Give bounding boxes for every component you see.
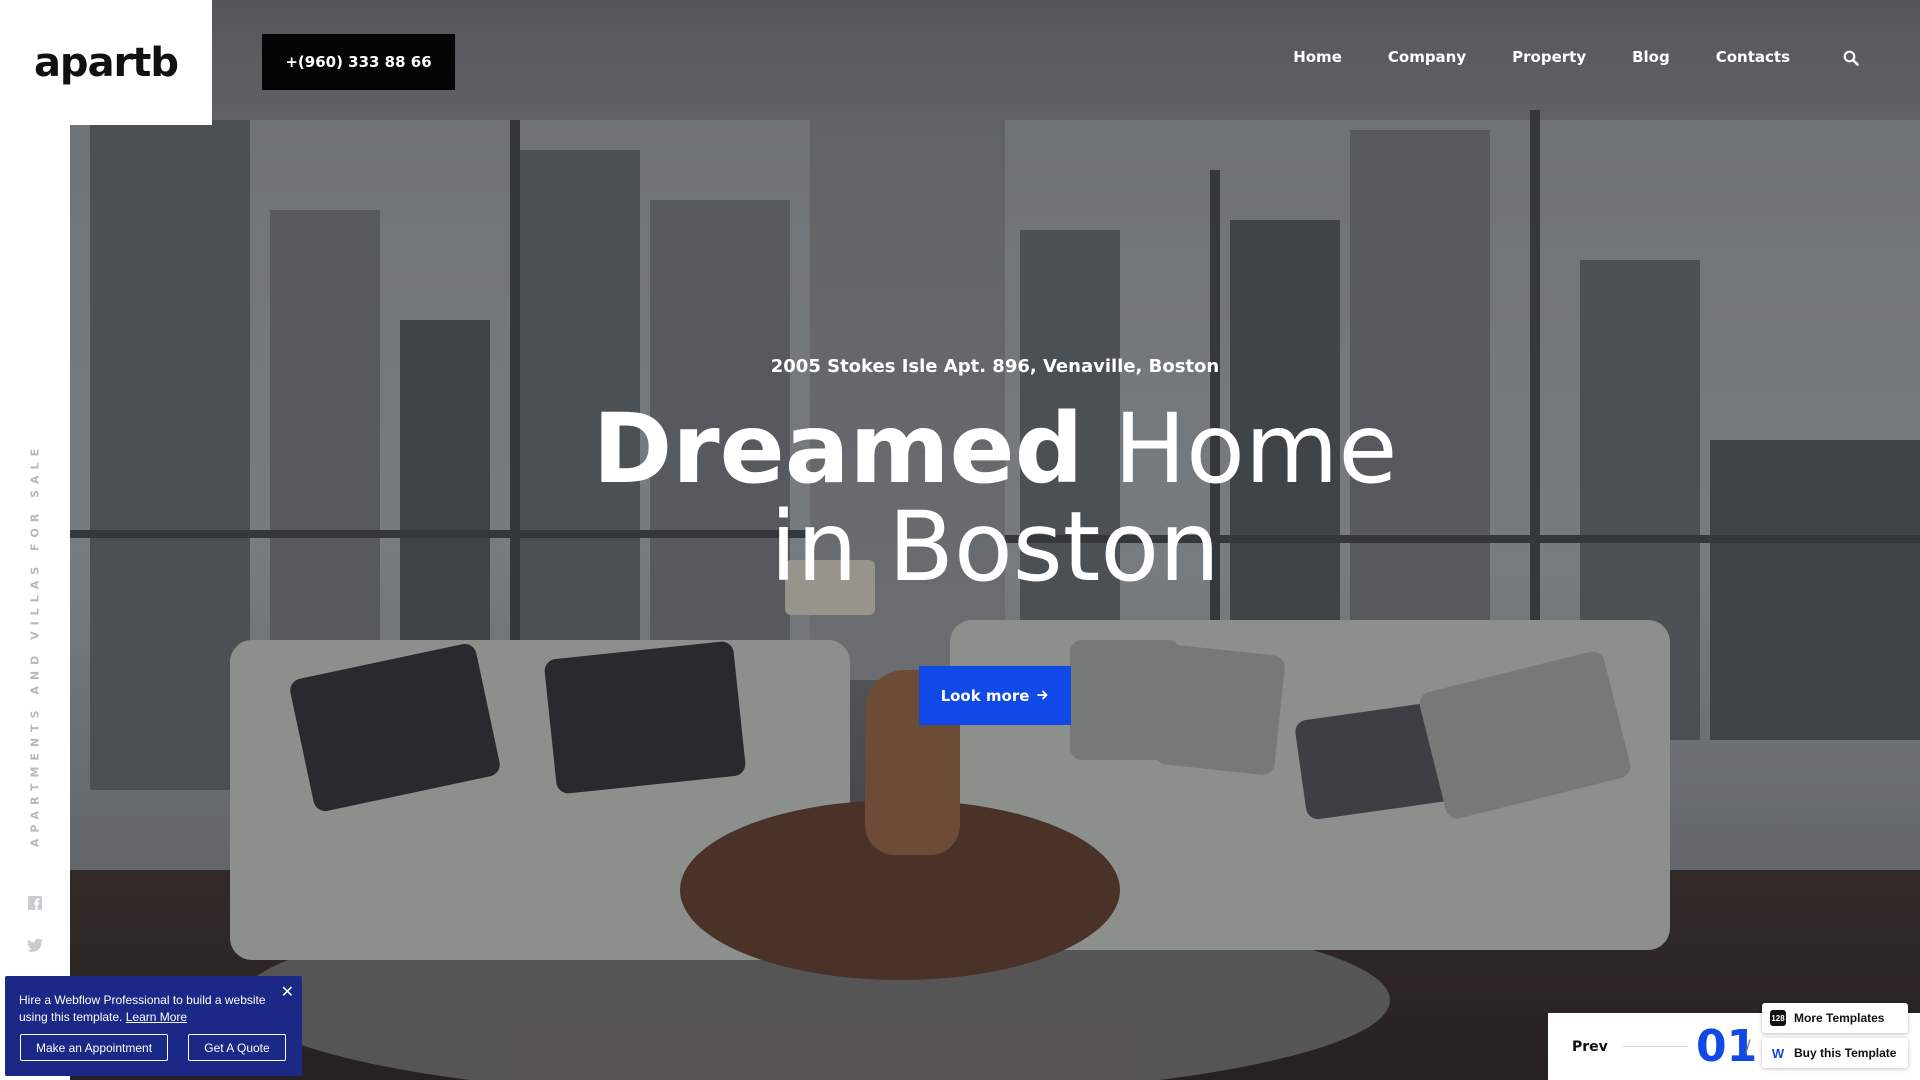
hero-content: 2005 Stokes Isle Apt. 896, Venaville, Bo… — [0, 0, 1920, 1080]
make-appointment-button[interactable]: Make an Appointment — [20, 1034, 168, 1061]
hire-text: Hire a Webflow Professional to build a w… — [19, 992, 288, 1026]
learn-more-link[interactable]: Learn More — [126, 1010, 187, 1024]
prev-button[interactable]: Prev — [1572, 1039, 1608, 1055]
webflow-icon: W — [1770, 1045, 1786, 1061]
close-icon[interactable]: ✕ — [281, 982, 294, 1002]
main-nav: Home Company Property Blog Contacts — [1293, 48, 1790, 66]
left-rail: APARTMENTS AND VILLAS FOR SALE — [0, 125, 70, 1080]
logo[interactable]: apartb — [34, 40, 179, 86]
look-more-button[interactable]: Look more — [919, 666, 1071, 725]
hero-headline: Dreamed Home in Boston — [0, 400, 1920, 596]
slider-divider — [1623, 1046, 1688, 1047]
nav-blog[interactable]: Blog — [1632, 48, 1670, 66]
headline-bold: Dreamed — [592, 393, 1084, 505]
buy-template-label: Buy this Template — [1794, 1046, 1897, 1060]
more-templates-badge[interactable]: 128 More Templates — [1762, 1003, 1908, 1033]
headline-line2: in Boston — [770, 491, 1220, 603]
vertical-tagline: APARTMENTS AND VILLAS FOR SALE — [28, 442, 42, 848]
nav-company[interactable]: Company — [1388, 48, 1466, 66]
hire-webflow-banner: ✕ Hire a Webflow Professional to build a… — [5, 976, 302, 1076]
more-templates-label: More Templates — [1794, 1011, 1885, 1025]
facebook-icon[interactable] — [26, 895, 44, 913]
logo-box[interactable]: apartb — [0, 0, 212, 125]
cta-label: Look more — [940, 686, 1030, 705]
hero-address: 2005 Stokes Isle Apt. 896, Venaville, Bo… — [770, 356, 1220, 377]
nav-home[interactable]: Home — [1293, 48, 1342, 66]
nav-property[interactable]: Property — [1512, 48, 1586, 66]
twitter-icon[interactable] — [26, 937, 44, 955]
slide-separator: / — [1745, 1037, 1751, 1057]
search-icon[interactable] — [1843, 50, 1859, 66]
nav-contacts[interactable]: Contacts — [1716, 48, 1790, 66]
get-quote-button[interactable]: Get A Quote — [188, 1034, 286, 1061]
headline-rest: Home — [1113, 393, 1398, 505]
phone-button[interactable]: +(960) 333 88 66 — [262, 34, 455, 90]
templates-icon: 128 — [1770, 1010, 1786, 1026]
buy-template-badge[interactable]: W Buy this Template — [1762, 1038, 1908, 1068]
arrow-right-icon — [1037, 687, 1049, 705]
